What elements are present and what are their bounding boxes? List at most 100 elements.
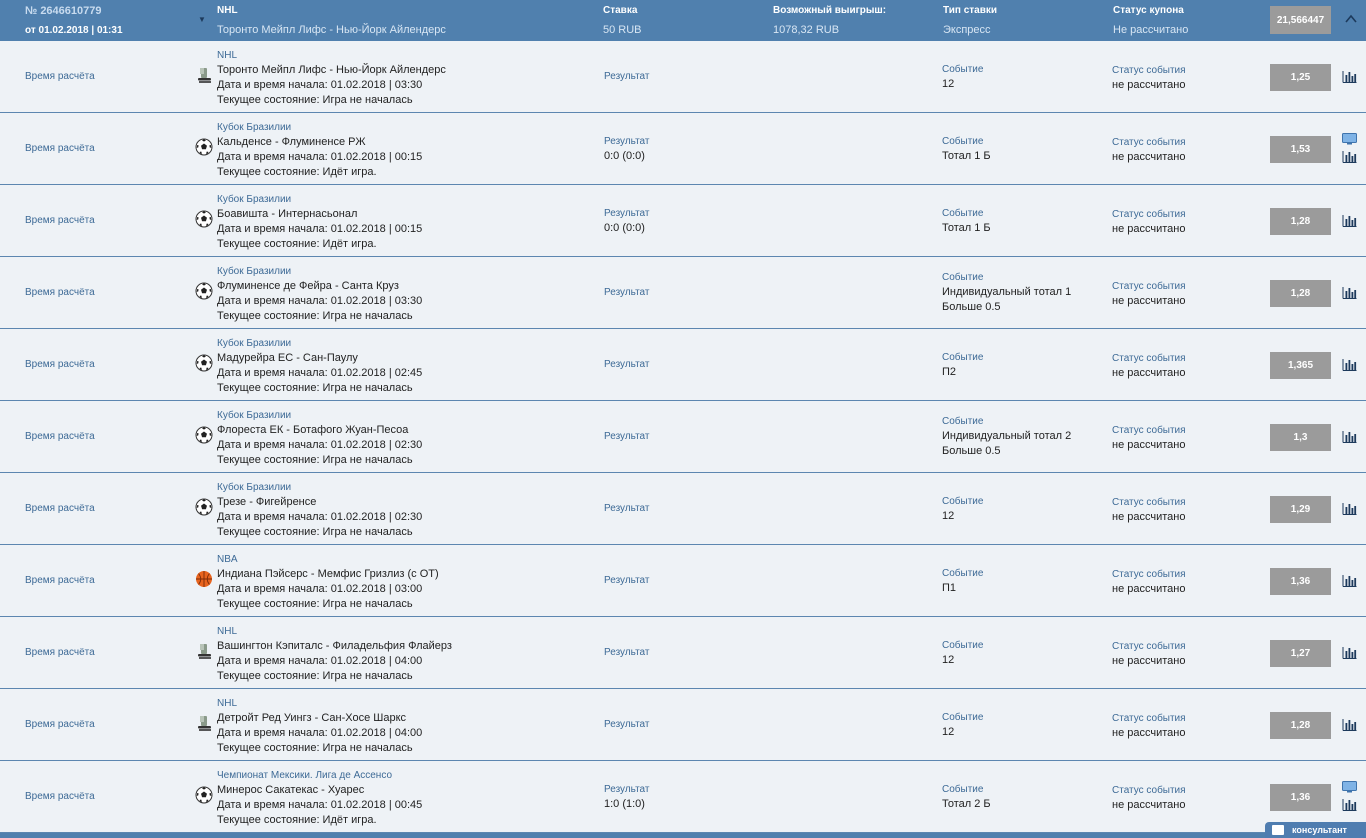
event-row[interactable]: Время расчёта Кубок Бразилии Мадурейра ЕС …: [0, 330, 1366, 401]
league-link[interactable]: Кубок Бразилии: [217, 408, 422, 423]
event-value: Индивидуальный тотал 1: [942, 286, 1072, 298]
match-info: NHL Вашингтон Кэпиталс - Филадельфия Флай…: [217, 624, 452, 684]
league-link[interactable]: Чемпионат Мексики. Лига де Ассенсо: [217, 768, 422, 783]
event-status-cell: Статус события не рассчитано: [1112, 567, 1186, 597]
result-cell: Результат 0:0 (0:0): [604, 135, 649, 163]
event-status-label: Статус события: [1112, 641, 1186, 652]
event-row[interactable]: Время расчёта NHL Торонто Мейпл Лифс - Нью…: [0, 42, 1366, 113]
league-link[interactable]: Кубок Бразилии: [217, 120, 422, 135]
soccer-ball-icon: [195, 426, 213, 444]
match-state: Текущее состояние: Идёт игра.: [217, 238, 377, 250]
calc-time-label: Время расчёта: [25, 359, 95, 370]
league-link[interactable]: NHL: [217, 48, 446, 63]
consultant-button[interactable]: консультант: [1265, 822, 1366, 838]
coupon-status-value: Не рассчитано: [1113, 24, 1189, 36]
match-state: Текущее состояние: Игра не началась: [217, 454, 413, 466]
win-value: 1078,32 RUB: [773, 24, 840, 36]
statistics-icon[interactable]: [1342, 358, 1357, 371]
event-row[interactable]: Время расчёта Кубок Бразилии Кальденсе - Ф…: [0, 114, 1366, 185]
league-link[interactable]: NHL: [217, 624, 452, 639]
result-cell: Результат: [604, 286, 649, 300]
tv-icon[interactable]: [1342, 133, 1357, 145]
event-cell: Событие Тотал 1 Б: [942, 134, 991, 164]
start-time: Дата и время начала: 01.02.2018 | 00:15: [217, 223, 423, 235]
statistics-icon[interactable]: [1342, 718, 1357, 731]
event-status-label: Статус события: [1112, 785, 1186, 796]
league-link[interactable]: NHL: [217, 696, 422, 711]
total-coefficient: 21,566447: [1270, 6, 1331, 34]
event-label: Событие: [942, 416, 984, 427]
match-info: Кубок Бразилии Флореста ЕК - Ботафого Жуа…: [217, 408, 422, 468]
match-name: Вашингтон Кэпиталс - Филадельфия Флайерз: [217, 640, 452, 652]
statistics-icon[interactable]: [1342, 574, 1357, 587]
statistics-icon[interactable]: [1342, 430, 1357, 443]
event-row[interactable]: Время расчёта Кубок Бразилии Флореста ЕК -…: [0, 402, 1366, 473]
event-status-cell: Статус события не рассчитано: [1112, 783, 1186, 813]
calc-time-label: Время расчёта: [25, 431, 95, 442]
event-row[interactable]: Время расчёта NHL Вашингтон Кэпиталс - Фил…: [0, 618, 1366, 689]
event-row[interactable]: Время расчёта Кубок Бразилии Боавишта - Ин…: [0, 186, 1366, 257]
event-row[interactable]: Время расчёта Чемпионат Мексики. Лига де …: [0, 762, 1366, 833]
match-info: NHL Торонто Мейпл Лифс - Нью-Йорк Айленде…: [217, 48, 446, 108]
statistics-icon[interactable]: [1342, 214, 1357, 227]
league-link[interactable]: Кубок Бразилии: [217, 480, 422, 495]
dropdown-arrow-icon[interactable]: ▼: [198, 15, 206, 24]
event-value: 12: [942, 78, 955, 90]
event-status-label: Статус события: [1112, 569, 1186, 580]
result-label: Результат: [604, 136, 650, 147]
start-time: Дата и время начала: 01.02.2018 | 02:45: [217, 367, 423, 379]
start-time: Дата и время начала: 01.02.2018 | 04:00: [217, 655, 423, 667]
event-status-label: Статус события: [1112, 137, 1186, 148]
league-link[interactable]: Кубок Бразилии: [217, 336, 422, 351]
event-label: Событие: [942, 712, 984, 723]
league-link[interactable]: Кубок Бразилии: [217, 264, 422, 279]
match-name: Боавишта - Интернасьонал: [217, 208, 358, 220]
result-cell: Результат: [604, 70, 649, 84]
statistics-icon[interactable]: [1342, 646, 1357, 659]
statistics-icon[interactable]: [1342, 286, 1357, 299]
event-status-label: Статус события: [1112, 65, 1186, 76]
bet-type-value: Экспресс: [943, 24, 991, 36]
start-time: Дата и время начала: 01.02.2018 | 04:00: [217, 727, 423, 739]
hockey-icon: [195, 66, 213, 84]
result-cell: Результат: [604, 430, 649, 444]
event-row[interactable]: Время расчёта NBA Индиана Пэйсерс - Мемфис…: [0, 546, 1366, 617]
result-cell: Результат: [604, 646, 649, 660]
event-row[interactable]: Время расчёта Кубок Бразилии Флуминенсе де…: [0, 258, 1366, 329]
coefficient: 1,25: [1270, 64, 1331, 91]
event-label: Событие: [942, 352, 984, 363]
basketball-icon: [195, 570, 213, 588]
event-status-value: не рассчитано: [1112, 439, 1186, 451]
calc-time-label: Время расчёта: [25, 575, 95, 586]
event-row[interactable]: Время расчёта NHL Детройт Ред Уингз - Сан-…: [0, 690, 1366, 761]
event-status-value: не рассчитано: [1112, 655, 1186, 667]
event-label: Событие: [942, 568, 984, 579]
result-label: Результат: [604, 71, 650, 82]
calc-time-label: Время расчёта: [25, 143, 95, 154]
league-link[interactable]: NBA: [217, 552, 439, 567]
statistics-icon[interactable]: [1342, 502, 1357, 515]
match-name: Индиана Пэйсерс - Мемфис Гризлиз (с ОТ): [217, 568, 439, 580]
statistics-icon[interactable]: [1342, 70, 1357, 83]
coupon-header[interactable]: № 2646610779 от 01.02.2018 | 01:31 ▼ NHL…: [0, 0, 1366, 41]
statistics-icon[interactable]: [1342, 798, 1357, 811]
event-status-value: не рассчитано: [1112, 223, 1186, 235]
result-label: Результат: [604, 784, 650, 795]
coupon-league: NHL: [217, 5, 238, 16]
coefficient: 1,28: [1270, 208, 1331, 235]
match-state: Текущее состояние: Игра не началась: [217, 94, 413, 106]
soccer-ball-icon: [195, 210, 213, 228]
result-value: 0:0 (0:0): [604, 150, 645, 162]
event-cell: Событие Тотал 1 Б: [942, 206, 991, 236]
footer-bar: [0, 833, 1366, 838]
statistics-icon[interactable]: [1342, 150, 1357, 163]
collapse-chevron-icon[interactable]: [1344, 12, 1358, 26]
event-row[interactable]: Время расчёта Кубок Бразилии Трезе - Фигей…: [0, 474, 1366, 545]
event-status-value: не рассчитано: [1112, 151, 1186, 163]
coefficient: 1,29: [1270, 496, 1331, 523]
hockey-icon: [195, 642, 213, 660]
league-link[interactable]: Кубок Бразилии: [217, 192, 422, 207]
result-cell: Результат 0:0 (0:0): [604, 207, 649, 235]
match-info: Кубок Бразилии Трезе - Фигейренсе Дата и в…: [217, 480, 422, 540]
tv-icon[interactable]: [1342, 781, 1357, 793]
